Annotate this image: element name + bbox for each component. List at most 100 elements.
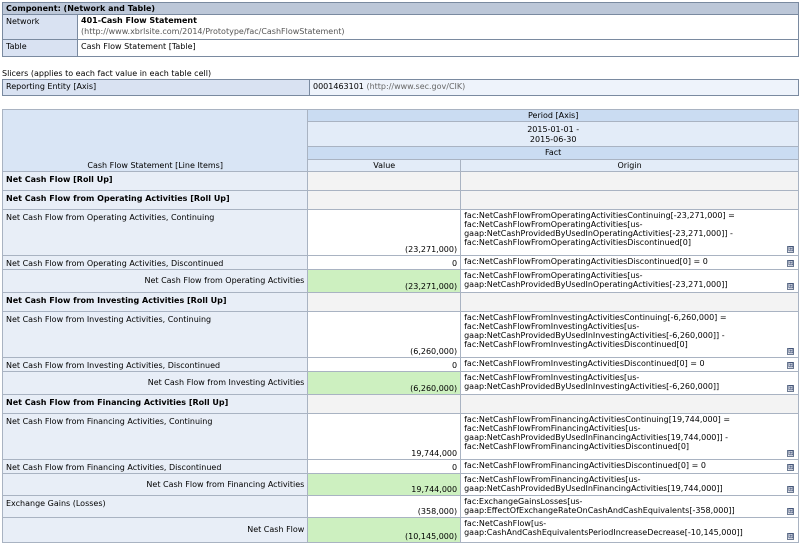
- row-origin: fac:NetCashFlowFromFinancingActivitiesDi…: [460, 459, 799, 474]
- origin-text: fac:NetCashFlowFromInvestingActivitiesDi…: [464, 359, 705, 368]
- row-label: Net Cash Flow from Financing Activities,…: [1, 459, 309, 474]
- table-row: Net Cash Flow from Investing Activities,…: [1, 357, 799, 372]
- expand-icon[interactable]: ⊞: [787, 450, 794, 457]
- row-origin: fac:ExchangeGainsLosses[us-gaap:EffectOf…: [460, 495, 799, 518]
- expand-icon[interactable]: ⊞: [787, 348, 794, 355]
- origin-text: fac:NetCashFlowFromFinancingActivitiesCo…: [464, 415, 731, 451]
- row-value: [307, 190, 462, 210]
- expand-icon[interactable]: ⊞: [787, 533, 794, 540]
- table-label: Table: [2, 39, 78, 57]
- origin-column-header: Origin: [460, 159, 799, 172]
- row-origin: fac:NetCashFlowFromOperatingActivitiesCo…: [460, 209, 799, 256]
- origin-text: fac:NetCashFlowFromInvestingActivitiesCo…: [464, 313, 727, 349]
- expand-icon[interactable]: ⊞: [787, 508, 794, 515]
- row-value: (23,271,000): [307, 209, 462, 256]
- row-label: Net Cash Flow from Investing Activities,…: [1, 311, 309, 358]
- row-label: Net Cash Flow from Operating Activities,…: [1, 209, 309, 256]
- row-label: Net Cash Flow from Investing Activities,…: [1, 357, 309, 372]
- row-origin: fac:NetCashFlowFromOperatingActivities[u…: [460, 269, 799, 293]
- row-origin: fac:NetCashFlowFromInvestingActivitiesDi…: [460, 357, 799, 372]
- row-origin: fac:NetCashFlow[us-gaap:CashAndCashEquiv…: [460, 517, 799, 543]
- row-value: 19,744,000: [307, 413, 462, 460]
- table-row: Net Cash Flow from Financing Activities …: [1, 473, 799, 496]
- row-origin: [460, 394, 799, 414]
- expand-icon[interactable]: ⊞: [787, 246, 794, 253]
- slicer-entity-uri: (http://www.sec.gov/CIK): [366, 82, 466, 91]
- row-value: [307, 394, 462, 414]
- component-table: Component: (Network and Table) Network 4…: [2, 2, 799, 57]
- row-value: (358,000): [307, 495, 462, 518]
- origin-text: fac:NetCashFlowFromFinancingActivities[u…: [464, 475, 723, 493]
- network-value: 401-Cash Flow Statement (http://www.xbrl…: [77, 14, 799, 40]
- row-origin: fac:NetCashFlowFromInvestingActivitiesCo…: [460, 311, 799, 358]
- row-label: Exchange Gains (Losses): [1, 495, 309, 518]
- row-label: Net Cash Flow from Investing Activities …: [1, 292, 309, 312]
- slicer-axis-label: Reporting Entity [Axis]: [2, 79, 310, 96]
- row-label: Net Cash Flow from Financing Activities: [1, 473, 309, 496]
- network-uri: (http://www.xbrlsite.com/2014/Prototype/…: [81, 27, 345, 36]
- value-column-header: Value: [307, 159, 462, 172]
- component-header: Component: (Network and Table): [2, 2, 799, 15]
- slicer-axis-value: 0001463101 (http://www.sec.gov/CIK): [309, 79, 799, 96]
- expand-icon[interactable]: ⊞: [787, 362, 794, 369]
- table-row: Net Cash Flow from Investing Activities,…: [1, 311, 799, 358]
- table-row: Net Cash Flow from Financing Activities,…: [1, 413, 799, 460]
- table-row: Net Cash Flow from Financing Activities …: [1, 394, 799, 414]
- origin-text: fac:NetCashFlowFromOperatingActivitiesCo…: [464, 211, 735, 247]
- table-row: Net Cash Flow (10,145,000) fac:NetCashFl…: [1, 517, 799, 543]
- row-label: Net Cash Flow from Operating Activities,…: [1, 255, 309, 270]
- table-row: Exchange Gains (Losses) (358,000) fac:Ex…: [1, 495, 799, 518]
- table-row: Net Cash Flow from Operating Activities,…: [1, 255, 799, 270]
- origin-text: fac:ExchangeGainsLosses[us-gaap:EffectOf…: [464, 497, 735, 515]
- slicers-table: Reporting Entity [Axis] 0001463101 (http…: [2, 79, 799, 96]
- expand-icon[interactable]: ⊞: [787, 486, 794, 493]
- expand-icon[interactable]: ⊞: [787, 260, 794, 267]
- row-origin: fac:NetCashFlowFromFinancingActivities[u…: [460, 473, 799, 496]
- expand-icon[interactable]: ⊞: [787, 283, 794, 290]
- period-end: 2015-06-30: [529, 135, 577, 144]
- row-origin: [460, 292, 799, 312]
- period-header: 2015-01-01 - 2015-06-30: [307, 121, 799, 147]
- row-value: [307, 292, 462, 312]
- line-items-header: Cash Flow Statement [Line Items]: [1, 109, 309, 172]
- origin-text: fac:NetCashFlowFromOperatingActivities[u…: [464, 271, 728, 289]
- row-value: 0: [307, 255, 462, 270]
- network-title: 401-Cash Flow Statement: [81, 16, 197, 25]
- row-label: Net Cash Flow from Financing Activities,…: [1, 413, 309, 460]
- table-row: Net Cash Flow from Financing Activities,…: [1, 459, 799, 474]
- row-origin: fac:NetCashFlowFromInvestingActivities[u…: [460, 371, 799, 395]
- expand-icon[interactable]: ⊞: [787, 464, 794, 471]
- row-value: 19,744,000: [307, 473, 462, 496]
- row-label: Net Cash Flow from Investing Activities: [1, 371, 309, 395]
- row-value: [307, 171, 462, 191]
- row-origin: [460, 171, 799, 191]
- table-row: Net Cash Flow from Operating Activities,…: [1, 209, 799, 256]
- origin-text: fac:NetCashFlowFromOperatingActivitiesDi…: [464, 257, 708, 266]
- fact-table: Cash Flow Statement [Line Items] Period …: [1, 109, 799, 543]
- expand-icon[interactable]: ⊞: [787, 385, 794, 392]
- row-value: (6,260,000): [307, 311, 462, 358]
- row-label: Net Cash Flow from Financing Activities …: [1, 394, 309, 414]
- slicer-entity-id: 0001463101: [313, 82, 364, 91]
- table-row: Net Cash Flow [Roll Up]: [1, 171, 799, 191]
- row-value: 0: [307, 357, 462, 372]
- row-origin: fac:NetCashFlowFromOperatingActivitiesDi…: [460, 255, 799, 270]
- origin-text: fac:NetCashFlowFromFinancingActivitiesDi…: [464, 461, 706, 470]
- table-value: Cash Flow Statement [Table]: [77, 39, 799, 57]
- table-row: Net Cash Flow from Investing Activities …: [1, 371, 799, 395]
- period-start: 2015-01-01 -: [527, 125, 580, 134]
- row-value: (10,145,000): [307, 517, 462, 543]
- table-row: Net Cash Flow from Investing Activities …: [1, 292, 799, 312]
- row-origin: [460, 190, 799, 210]
- origin-text: fac:NetCashFlowFromInvestingActivities[u…: [464, 373, 720, 391]
- period-axis-header: Period [Axis]: [307, 109, 799, 122]
- row-origin: fac:NetCashFlowFromFinancingActivitiesCo…: [460, 413, 799, 460]
- row-value: 0: [307, 459, 462, 474]
- table-row: Net Cash Flow from Operating Activities …: [1, 190, 799, 210]
- slicers-caption: Slicers (applies to each fact value in e…: [2, 69, 212, 78]
- fact-header: Fact: [307, 146, 799, 160]
- origin-text: fac:NetCashFlow[us-gaap:CashAndCashEquiv…: [464, 519, 743, 537]
- table-row: Net Cash Flow from Operating Activities …: [1, 269, 799, 293]
- row-label: Net Cash Flow from Operating Activities …: [1, 190, 309, 210]
- row-label: Net Cash Flow [Roll Up]: [1, 171, 309, 191]
